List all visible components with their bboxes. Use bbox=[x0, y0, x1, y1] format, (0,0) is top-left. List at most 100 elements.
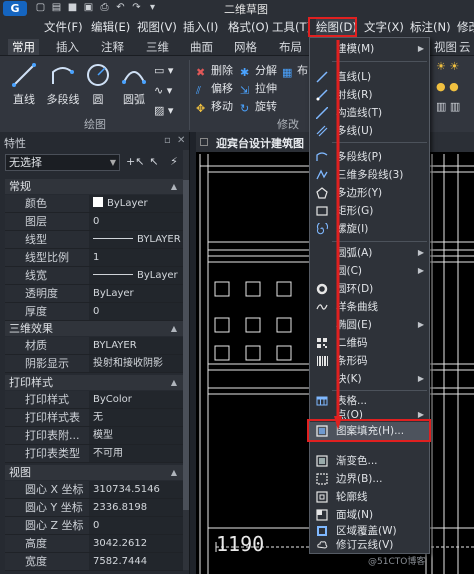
prop-row[interactable]: 透明度 ByLayer bbox=[5, 285, 183, 303]
stretch-button[interactable]: ⇲ 拉伸 bbox=[240, 80, 277, 97]
menu-item-polygon[interactable]: 多边形(Y) bbox=[310, 184, 429, 202]
polyline-tool-button[interactable]: 多段线 bbox=[43, 62, 83, 107]
scrollbar-thumb[interactable] bbox=[183, 180, 189, 510]
menu-insert[interactable]: 插入(I) bbox=[183, 19, 218, 35]
menu-item-outline[interactable]: 轮廓线 bbox=[310, 488, 429, 506]
prop-value[interactable]: 0 bbox=[89, 213, 183, 231]
layer-tools[interactable]: ☀ ☀ bbox=[436, 60, 459, 73]
tab-cloud[interactable]: 云 bbox=[459, 39, 471, 55]
prop-value[interactable]: 1 bbox=[89, 249, 183, 267]
prop-row[interactable]: 打印表类型 不可用 bbox=[5, 445, 183, 463]
redo-icon[interactable]: ↷ bbox=[130, 1, 143, 14]
menu-item-ellipse[interactable]: 椭圆(E) ▶ bbox=[310, 316, 429, 334]
prop-row[interactable]: 厚度 0 bbox=[5, 303, 183, 321]
prop-value[interactable]: 投射和接收阴影 bbox=[89, 355, 183, 373]
small-draw-tools-2[interactable]: ∿ ▾ bbox=[154, 84, 172, 97]
prop-value[interactable]: ByLayer bbox=[89, 285, 183, 303]
menu-item-qrcode[interactable]: 二维码 bbox=[310, 334, 429, 352]
section-print-style[interactable]: 打印样式 ▲ bbox=[5, 375, 183, 390]
selection-dropdown[interactable]: 无选择 ▼ bbox=[5, 154, 120, 171]
save-icon[interactable]: ■ bbox=[66, 1, 79, 14]
layer-tools-3[interactable]: ▥ ▥ bbox=[436, 100, 460, 113]
pin-icon[interactable]: ▫ bbox=[164, 135, 171, 146]
spline-small-icon[interactable]: ∿ ▾ bbox=[154, 84, 172, 97]
prop-row[interactable]: 阴影显示 投射和接收阴影 bbox=[5, 355, 183, 373]
menu-item-multiline[interactable]: 多线(U) bbox=[310, 122, 429, 140]
prop-value[interactable]: 310734.5146 bbox=[89, 481, 183, 499]
lightbulb-icon[interactable]: ● ● bbox=[436, 80, 459, 93]
section-view[interactable]: 视图 ▲ bbox=[5, 465, 183, 480]
properties-scrollbar[interactable] bbox=[183, 150, 189, 570]
prop-value[interactable]: ByColor bbox=[89, 391, 183, 409]
prop-row[interactable]: 颜色 ByLayer bbox=[5, 195, 183, 213]
line-tool-button[interactable]: 直线 bbox=[9, 62, 39, 107]
prop-value[interactable]: BYLAYER bbox=[89, 337, 183, 355]
menu-item-barcode[interactable]: 条形码 bbox=[310, 352, 429, 370]
dropdown-icon[interactable]: ▾ bbox=[146, 1, 159, 14]
prop-value[interactable]: 7582.7444 bbox=[89, 553, 183, 571]
menu-item-donut[interactable]: 圆环(D) bbox=[310, 280, 429, 298]
tab-surface[interactable]: 曲面 bbox=[190, 39, 213, 55]
section-general[interactable]: 常规 ▲ bbox=[5, 179, 183, 194]
offset-button[interactable]: ⫽ 偏移 bbox=[196, 80, 233, 97]
tab-mesh[interactable]: 网格 bbox=[234, 39, 257, 55]
small-draw-tools[interactable]: ▭ ▾ bbox=[154, 64, 173, 77]
menu-item-construction-line[interactable]: 构造线(T) bbox=[310, 104, 429, 122]
arc-tool-button[interactable]: 圆弧 bbox=[121, 62, 147, 107]
select-objects-icon[interactable]: ↖ bbox=[146, 154, 162, 170]
prop-row[interactable]: 线型 BYLAYER bbox=[5, 231, 183, 249]
layer-icon[interactable]: ▥ ▥ bbox=[436, 100, 460, 113]
sun-icon[interactable]: ☀ ☀ bbox=[436, 60, 459, 73]
prop-row[interactable]: 图层 0 bbox=[5, 213, 183, 231]
prop-value[interactable]: 不可用 bbox=[89, 445, 183, 463]
prop-value[interactable]: ByLayer bbox=[89, 195, 183, 213]
move-button[interactable]: ✥ 移动 bbox=[196, 98, 233, 115]
prop-row[interactable]: 高度 3042.2612 bbox=[5, 535, 183, 553]
menu-item-polyline[interactable]: 多段线(P) bbox=[310, 148, 429, 166]
print-icon[interactable]: ⎙ bbox=[98, 1, 111, 14]
layer-tools-2[interactable]: ● ● bbox=[436, 80, 459, 93]
menu-dimension[interactable]: 标注(N) bbox=[410, 19, 451, 35]
prop-row[interactable]: 打印样式 ByColor bbox=[5, 391, 183, 409]
prop-row[interactable]: 圆心 X 坐标 310734.5146 bbox=[5, 481, 183, 499]
erase-button[interactable]: ✖ 删除 bbox=[196, 62, 233, 79]
prop-value[interactable]: 无 bbox=[89, 409, 183, 427]
prop-row[interactable]: 线型比例 1 bbox=[5, 249, 183, 267]
menu-item-boundary[interactable]: 边界(B)... bbox=[310, 470, 429, 488]
menu-tools[interactable]: 工具(T) bbox=[272, 19, 311, 35]
menu-item-arc[interactable]: 圆弧(A) ▶ bbox=[310, 244, 429, 262]
tab-common[interactable]: 常用 bbox=[8, 39, 39, 55]
circle-tool-button[interactable]: 圆 bbox=[85, 62, 111, 107]
menu-item-block[interactable]: 块(K) ▶ bbox=[310, 370, 429, 388]
prop-value[interactable]: 模型 bbox=[89, 427, 183, 445]
new-icon[interactable]: ▢ bbox=[34, 1, 47, 14]
menu-modify[interactable]: 修改 bbox=[457, 19, 474, 35]
close-icon[interactable]: ✕ bbox=[177, 135, 185, 146]
tab-annotate[interactable]: 注释 bbox=[101, 39, 124, 55]
prop-value[interactable]: 0 bbox=[89, 517, 183, 535]
prop-row[interactable]: 线宽 ByLayer bbox=[5, 267, 183, 285]
prop-value[interactable]: ByLayer bbox=[89, 267, 183, 285]
menu-file[interactable]: 文件(F) bbox=[44, 19, 83, 35]
prop-value[interactable]: 3042.2612 bbox=[89, 535, 183, 553]
tab-layout[interactable]: 布局 bbox=[279, 39, 302, 55]
prop-row[interactable]: 圆心 Y 坐标 2336.8198 bbox=[5, 499, 183, 517]
hatch-small-icon[interactable]: ▨ ▾ bbox=[154, 104, 173, 117]
app-logo[interactable]: G bbox=[3, 1, 27, 16]
menu-item-rectangle[interactable]: 矩形(G) bbox=[310, 202, 429, 220]
prop-value[interactable]: 2336.8198 bbox=[89, 499, 183, 517]
menu-item-spline[interactable]: 样条曲线 bbox=[310, 298, 429, 316]
open-icon[interactable]: ▤ bbox=[50, 1, 63, 14]
toggle-pickadd-icon[interactable]: +↖ bbox=[126, 154, 144, 170]
undo-icon[interactable]: ↶ bbox=[114, 1, 127, 14]
rect-small-icon[interactable]: ▭ ▾ bbox=[154, 64, 173, 77]
menu-item-line[interactable]: 直线(L) bbox=[310, 68, 429, 86]
quick-select-icon[interactable]: ⚡ bbox=[166, 154, 182, 170]
menu-item-helix[interactable]: 螺旋(I) bbox=[310, 220, 429, 238]
explode-button[interactable]: ✱ 分解 bbox=[240, 62, 277, 79]
prop-value[interactable]: 0 bbox=[89, 303, 183, 321]
array-button[interactable]: ▦ 布 bbox=[282, 62, 308, 79]
menu-text[interactable]: 文字(X) bbox=[364, 19, 404, 35]
prop-row[interactable]: 打印样式表无 bbox=[5, 409, 183, 427]
tab-view[interactable]: 视图 bbox=[434, 39, 457, 55]
